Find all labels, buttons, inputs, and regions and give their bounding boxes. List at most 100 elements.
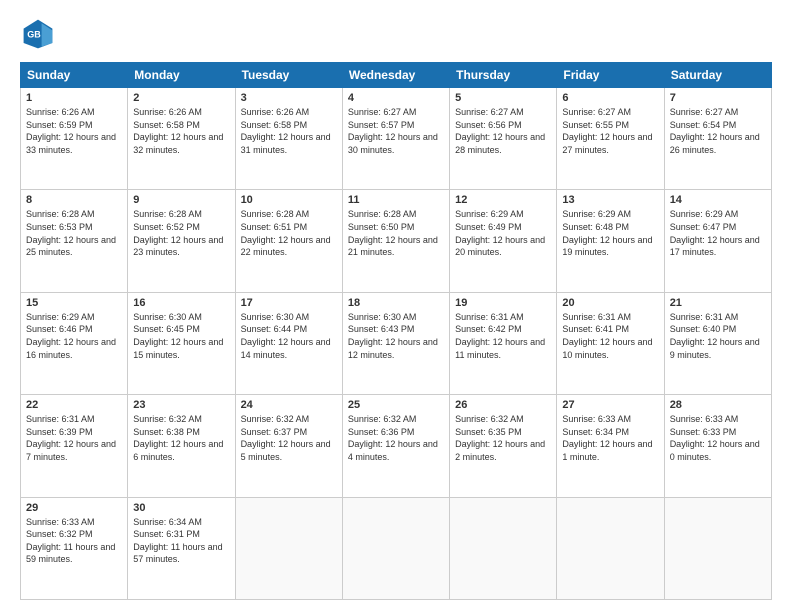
weekday-header-row: SundayMondayTuesdayWednesdayThursdayFrid… [21, 63, 772, 88]
day-info: Sunrise: 6:32 AM Sunset: 6:35 PM Dayligh… [455, 413, 551, 463]
day-info: Sunrise: 6:33 AM Sunset: 6:33 PM Dayligh… [670, 413, 766, 463]
calendar-cell: 30 Sunrise: 6:34 AM Sunset: 6:31 PM Dayl… [128, 497, 235, 599]
weekday-header: Tuesday [235, 63, 342, 88]
day-number: 9 [133, 194, 229, 206]
day-number: 28 [670, 399, 766, 411]
calendar-cell: 2 Sunrise: 6:26 AM Sunset: 6:58 PM Dayli… [128, 88, 235, 190]
day-number: 19 [455, 297, 551, 309]
calendar-cell: 29 Sunrise: 6:33 AM Sunset: 6:32 PM Dayl… [21, 497, 128, 599]
day-number: 14 [670, 194, 766, 206]
weekday-header: Monday [128, 63, 235, 88]
calendar-cell: 23 Sunrise: 6:32 AM Sunset: 6:38 PM Dayl… [128, 395, 235, 497]
calendar-table: SundayMondayTuesdayWednesdayThursdayFrid… [20, 62, 772, 600]
calendar-cell: 12 Sunrise: 6:29 AM Sunset: 6:49 PM Dayl… [450, 190, 557, 292]
day-info: Sunrise: 6:29 AM Sunset: 6:47 PM Dayligh… [670, 208, 766, 258]
day-number: 16 [133, 297, 229, 309]
day-info: Sunrise: 6:31 AM Sunset: 6:39 PM Dayligh… [26, 413, 122, 463]
day-info: Sunrise: 6:31 AM Sunset: 6:42 PM Dayligh… [455, 311, 551, 361]
weekday-header: Wednesday [342, 63, 449, 88]
day-number: 24 [241, 399, 337, 411]
calendar-cell: 13 Sunrise: 6:29 AM Sunset: 6:48 PM Dayl… [557, 190, 664, 292]
calendar-cell: 4 Sunrise: 6:27 AM Sunset: 6:57 PM Dayli… [342, 88, 449, 190]
day-info: Sunrise: 6:31 AM Sunset: 6:41 PM Dayligh… [562, 311, 658, 361]
day-number: 6 [562, 92, 658, 104]
calendar-cell: 22 Sunrise: 6:31 AM Sunset: 6:39 PM Dayl… [21, 395, 128, 497]
day-number: 25 [348, 399, 444, 411]
calendar-week-row: 29 Sunrise: 6:33 AM Sunset: 6:32 PM Dayl… [21, 497, 772, 599]
day-info: Sunrise: 6:27 AM Sunset: 6:54 PM Dayligh… [670, 106, 766, 156]
day-number: 18 [348, 297, 444, 309]
calendar-week-row: 1 Sunrise: 6:26 AM Sunset: 6:59 PM Dayli… [21, 88, 772, 190]
calendar-week-row: 22 Sunrise: 6:31 AM Sunset: 6:39 PM Dayl… [21, 395, 772, 497]
day-info: Sunrise: 6:27 AM Sunset: 6:57 PM Dayligh… [348, 106, 444, 156]
weekday-header: Sunday [21, 63, 128, 88]
day-number: 2 [133, 92, 229, 104]
calendar-cell [235, 497, 342, 599]
day-number: 8 [26, 194, 122, 206]
calendar-cell: 11 Sunrise: 6:28 AM Sunset: 6:50 PM Dayl… [342, 190, 449, 292]
calendar-cell: 1 Sunrise: 6:26 AM Sunset: 6:59 PM Dayli… [21, 88, 128, 190]
calendar-cell: 27 Sunrise: 6:33 AM Sunset: 6:34 PM Dayl… [557, 395, 664, 497]
day-info: Sunrise: 6:32 AM Sunset: 6:36 PM Dayligh… [348, 413, 444, 463]
day-number: 15 [26, 297, 122, 309]
logo-icon: GB [20, 16, 56, 52]
day-number: 12 [455, 194, 551, 206]
calendar-cell: 26 Sunrise: 6:32 AM Sunset: 6:35 PM Dayl… [450, 395, 557, 497]
calendar-cell: 19 Sunrise: 6:31 AM Sunset: 6:42 PM Dayl… [450, 292, 557, 394]
day-info: Sunrise: 6:29 AM Sunset: 6:46 PM Dayligh… [26, 311, 122, 361]
day-number: 7 [670, 92, 766, 104]
day-number: 22 [26, 399, 122, 411]
day-info: Sunrise: 6:33 AM Sunset: 6:32 PM Dayligh… [26, 516, 122, 566]
day-number: 11 [348, 194, 444, 206]
calendar-cell: 3 Sunrise: 6:26 AM Sunset: 6:58 PM Dayli… [235, 88, 342, 190]
header: GB [20, 16, 772, 52]
day-info: Sunrise: 6:27 AM Sunset: 6:55 PM Dayligh… [562, 106, 658, 156]
page: GB SundayMondayTuesdayWednesdayThursdayF… [0, 0, 792, 612]
logo: GB [20, 16, 62, 52]
day-number: 27 [562, 399, 658, 411]
day-number: 3 [241, 92, 337, 104]
calendar-week-row: 8 Sunrise: 6:28 AM Sunset: 6:53 PM Dayli… [21, 190, 772, 292]
calendar-cell [450, 497, 557, 599]
calendar-cell: 25 Sunrise: 6:32 AM Sunset: 6:36 PM Dayl… [342, 395, 449, 497]
calendar-cell: 7 Sunrise: 6:27 AM Sunset: 6:54 PM Dayli… [664, 88, 771, 190]
day-number: 23 [133, 399, 229, 411]
calendar-cell: 18 Sunrise: 6:30 AM Sunset: 6:43 PM Dayl… [342, 292, 449, 394]
calendar-cell: 15 Sunrise: 6:29 AM Sunset: 6:46 PM Dayl… [21, 292, 128, 394]
day-info: Sunrise: 6:26 AM Sunset: 6:58 PM Dayligh… [241, 106, 337, 156]
day-info: Sunrise: 6:26 AM Sunset: 6:58 PM Dayligh… [133, 106, 229, 156]
day-number: 1 [26, 92, 122, 104]
calendar-week-row: 15 Sunrise: 6:29 AM Sunset: 6:46 PM Dayl… [21, 292, 772, 394]
day-info: Sunrise: 6:28 AM Sunset: 6:50 PM Dayligh… [348, 208, 444, 258]
day-info: Sunrise: 6:30 AM Sunset: 6:44 PM Dayligh… [241, 311, 337, 361]
weekday-header: Thursday [450, 63, 557, 88]
day-info: Sunrise: 6:29 AM Sunset: 6:48 PM Dayligh… [562, 208, 658, 258]
calendar-cell [664, 497, 771, 599]
calendar-cell: 20 Sunrise: 6:31 AM Sunset: 6:41 PM Dayl… [557, 292, 664, 394]
day-info: Sunrise: 6:34 AM Sunset: 6:31 PM Dayligh… [133, 516, 229, 566]
day-number: 17 [241, 297, 337, 309]
day-number: 26 [455, 399, 551, 411]
calendar-cell [557, 497, 664, 599]
day-info: Sunrise: 6:33 AM Sunset: 6:34 PM Dayligh… [562, 413, 658, 463]
calendar-cell: 9 Sunrise: 6:28 AM Sunset: 6:52 PM Dayli… [128, 190, 235, 292]
day-number: 20 [562, 297, 658, 309]
calendar-cell: 8 Sunrise: 6:28 AM Sunset: 6:53 PM Dayli… [21, 190, 128, 292]
calendar-cell: 21 Sunrise: 6:31 AM Sunset: 6:40 PM Dayl… [664, 292, 771, 394]
day-info: Sunrise: 6:28 AM Sunset: 6:53 PM Dayligh… [26, 208, 122, 258]
day-info: Sunrise: 6:30 AM Sunset: 6:45 PM Dayligh… [133, 311, 229, 361]
day-info: Sunrise: 6:31 AM Sunset: 6:40 PM Dayligh… [670, 311, 766, 361]
calendar-cell [342, 497, 449, 599]
calendar-cell: 28 Sunrise: 6:33 AM Sunset: 6:33 PM Dayl… [664, 395, 771, 497]
day-info: Sunrise: 6:29 AM Sunset: 6:49 PM Dayligh… [455, 208, 551, 258]
svg-text:GB: GB [27, 30, 41, 40]
day-number: 21 [670, 297, 766, 309]
calendar-cell: 6 Sunrise: 6:27 AM Sunset: 6:55 PM Dayli… [557, 88, 664, 190]
weekday-header: Friday [557, 63, 664, 88]
day-info: Sunrise: 6:30 AM Sunset: 6:43 PM Dayligh… [348, 311, 444, 361]
day-number: 13 [562, 194, 658, 206]
day-info: Sunrise: 6:28 AM Sunset: 6:51 PM Dayligh… [241, 208, 337, 258]
calendar-cell: 14 Sunrise: 6:29 AM Sunset: 6:47 PM Dayl… [664, 190, 771, 292]
day-number: 10 [241, 194, 337, 206]
day-info: Sunrise: 6:26 AM Sunset: 6:59 PM Dayligh… [26, 106, 122, 156]
